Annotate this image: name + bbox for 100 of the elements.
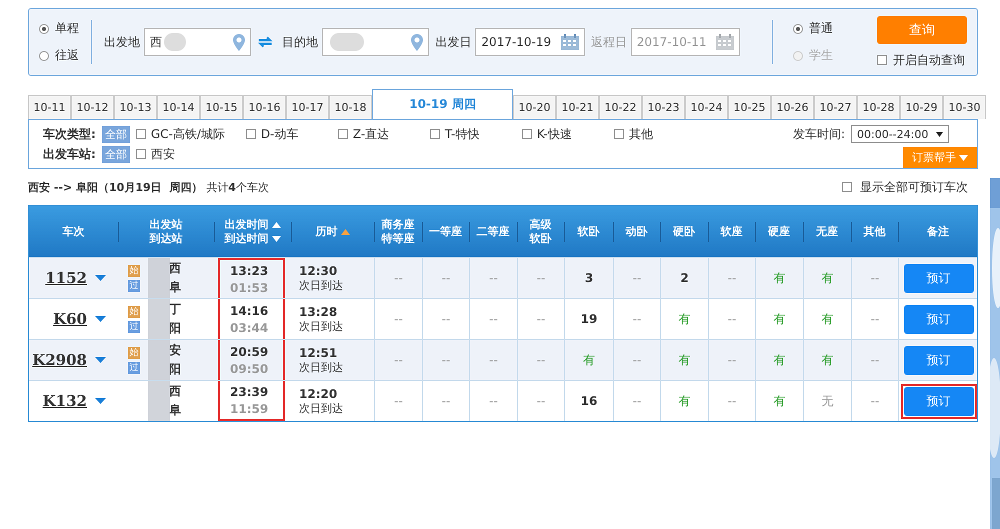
station-badge: 始 — [128, 306, 140, 318]
expand-icon[interactable] — [95, 357, 106, 363]
train-number-link[interactable]: K60 — [53, 310, 87, 328]
date-tab[interactable]: 10-18 — [329, 95, 372, 119]
date-tab[interactable]: 10-12 — [71, 95, 114, 119]
train-number-link[interactable]: K2908 — [32, 351, 87, 369]
arrival-note: 次日到达 — [299, 318, 343, 334]
date-tab[interactable]: 10-30 — [943, 95, 986, 119]
checkbox-label: 开启自动查询 — [893, 52, 965, 68]
filter-label: 车次类型: — [43, 126, 96, 142]
station-badge: 过 — [128, 362, 140, 374]
date-tab[interactable]: 10-24 — [685, 95, 728, 119]
train-number-link[interactable]: 1152 — [45, 269, 87, 287]
checkbox[interactable] — [614, 129, 624, 139]
date-tab[interactable]: 10-14 — [157, 95, 200, 119]
checkbox[interactable] — [877, 55, 887, 65]
date-tab[interactable]: 10-28 — [857, 95, 900, 119]
sort-icon[interactable] — [272, 236, 280, 242]
book-button[interactable]: 预订 — [904, 304, 974, 334]
seat-availability: -- — [394, 353, 403, 367]
radio-button[interactable] — [39, 24, 49, 34]
date-tab[interactable]: 10-29 — [900, 95, 943, 119]
expand-icon[interactable] — [95, 316, 106, 322]
column-header[interactable]: 到达时间 — [224, 232, 280, 246]
column-header: 高级 — [530, 218, 552, 232]
column-header: 硬座 — [768, 224, 790, 238]
column-header[interactable]: 历时 — [316, 224, 350, 238]
date-field[interactable]: 2017-10-19 — [475, 28, 585, 56]
seat-availability: -- — [394, 394, 403, 408]
date-tab[interactable]: 10-16 — [243, 95, 286, 119]
checkbox[interactable] — [522, 129, 532, 139]
column-header: 出发站 — [150, 218, 182, 232]
checkbox[interactable] — [842, 182, 852, 192]
seat-availability: -- — [870, 394, 880, 408]
depart-time: 14:16 — [230, 304, 268, 318]
seat-availability: 无 — [822, 392, 834, 410]
checkbox[interactable] — [136, 149, 146, 159]
radio-button[interactable] — [39, 50, 49, 60]
date-tab[interactable]: 10-11 — [28, 95, 71, 119]
seat-availability: 2 — [680, 271, 689, 285]
checkbox[interactable] — [246, 129, 256, 139]
from-field[interactable]: 西 — [144, 28, 252, 56]
seat-availability: -- — [536, 312, 546, 326]
date-tab[interactable]: 10-23 — [642, 95, 685, 119]
seat-availability: -- — [728, 353, 736, 367]
calendar-icon[interactable] — [560, 34, 579, 50]
duration: 12:51 — [299, 346, 338, 360]
column-header: 车次 — [62, 224, 84, 238]
seat-availability: -- — [728, 394, 736, 408]
caret-icon — [959, 155, 968, 161]
book-button[interactable]: 预订 — [904, 386, 974, 416]
expand-icon[interactable] — [95, 398, 106, 404]
station-name: 阜 — [169, 279, 181, 296]
checkbox-label: D-动车 — [260, 126, 298, 142]
date-tab[interactable]: 10-15 — [200, 95, 243, 119]
arrive-time: 03:44 — [230, 320, 268, 334]
sort-icon[interactable] — [272, 222, 280, 228]
date-tab[interactable]: 10-21 — [556, 95, 599, 119]
arrival-note: 次日到达 — [299, 278, 343, 292]
checkbox[interactable] — [136, 129, 146, 139]
swap-icon[interactable] — [257, 35, 274, 49]
column-header: 商务座 — [382, 218, 414, 232]
seat-availability: -- — [489, 353, 498, 367]
date-tab[interactable]: 10-17 — [286, 95, 329, 119]
seat-availability: 有 — [822, 270, 834, 286]
book-button[interactable]: 预订 — [904, 264, 974, 292]
checkbox-label: GC-高铁/城际 — [150, 126, 225, 142]
date-tab[interactable]: 10-26 — [771, 95, 814, 119]
to-field[interactable] — [322, 28, 430, 56]
arrival-note: 次日到达 — [299, 360, 343, 374]
date-tab[interactable]: 10-20 — [513, 95, 556, 119]
field-label: 出发地 — [104, 34, 140, 50]
seat-availability: 有 — [774, 352, 786, 368]
book-button[interactable]: 预订 — [904, 346, 974, 374]
location-pin-icon — [411, 34, 424, 50]
date-tab[interactable]: 10-13 — [114, 95, 157, 119]
column-header[interactable]: 出发时间 — [224, 218, 280, 232]
sort-icon[interactable] — [340, 228, 350, 234]
column-header: 软卧 — [578, 224, 600, 238]
arrive-time: 09:50 — [230, 362, 268, 376]
expand-icon[interactable] — [95, 275, 106, 281]
date-tab[interactable]: 10-22 — [599, 95, 642, 119]
duration: 13:28 — [299, 304, 338, 318]
checkbox[interactable] — [430, 129, 440, 139]
column-header: 二等座 — [476, 224, 510, 238]
field-label: 返程日 — [590, 34, 627, 50]
column-header: 特等座 — [382, 232, 414, 246]
seat-availability: 有 — [822, 310, 834, 328]
train-number-link[interactable]: K132 — [42, 392, 87, 410]
checkbox[interactable] — [338, 129, 348, 139]
location-pin-icon — [233, 34, 246, 50]
date-tab[interactable]: 10-27 — [814, 95, 857, 119]
calendar-icon[interactable] — [716, 34, 734, 50]
date-tab[interactable]: 10-19 周四 — [372, 89, 513, 119]
seat-availability: -- — [442, 394, 450, 408]
station-badge: 始 — [128, 346, 140, 358]
column-header: 无座 — [816, 224, 838, 238]
date-tab[interactable]: 10-25 — [728, 95, 771, 119]
radio-button[interactable] — [793, 24, 803, 34]
time-select[interactable]: 00:00--24:00 — [851, 125, 949, 143]
